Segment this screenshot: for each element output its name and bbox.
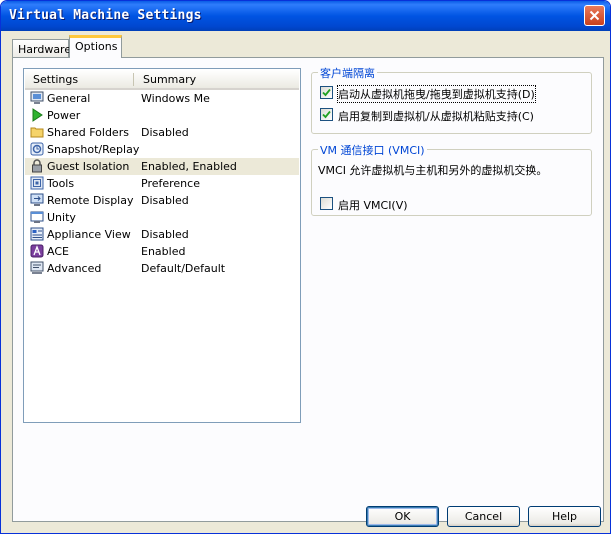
list-row-unity[interactable]: Unity — [25, 209, 299, 226]
ace-icon — [30, 244, 44, 258]
help-button[interactable]: Help — [528, 506, 601, 527]
list-row-shared-folders[interactable]: Shared Folders Disabled — [25, 124, 299, 141]
copy-paste-label: 启用复制到虚拟机/从虚拟机粘贴支持(C) — [338, 110, 534, 123]
list-row-power[interactable]: Power — [25, 107, 299, 124]
window-title: Virtual Machine Settings — [9, 8, 202, 23]
copy-paste-checkbox[interactable] — [320, 108, 333, 121]
general-icon — [30, 91, 44, 104]
tools-icon — [30, 176, 44, 190]
unity-icon — [30, 211, 44, 223]
tab-hardware[interactable]: Hardware — [12, 39, 71, 57]
column-settings[interactable]: Settings — [33, 73, 78, 86]
settings-list[interactable]: Settings Summary General Windows Me Powe… — [23, 68, 301, 423]
list-row-tools[interactable]: Tools Preference — [25, 175, 299, 192]
close-button[interactable] — [584, 5, 605, 26]
column-summary[interactable]: Summary — [143, 73, 196, 86]
list-row-general[interactable]: General Windows Me — [25, 90, 299, 107]
list-header: Settings Summary — [25, 70, 299, 90]
remote-display-icon — [30, 193, 44, 206]
drag-drop-label: 启动从虚拟机拖曳/拖曳到虚拟机支持(D) — [337, 85, 536, 103]
guest-isolation-group: 客户端隔离 启动从虚拟机拖曳/拖曳到虚拟机支持(D) 启用复制到虚拟机/从虚拟机… — [311, 65, 592, 134]
vmci-group: VM 通信接口 (VMCI) VMCI 允许虚拟机与主机和另外的虚拟机交换。 启… — [311, 142, 592, 216]
list-row-appliance-view[interactable]: Appliance View Disabled — [25, 226, 299, 243]
dialog-body: Hardware Options Settings Summary Genera… — [4, 31, 607, 531]
column-divider[interactable] — [133, 73, 134, 86]
ok-button[interactable]: OK — [366, 506, 439, 527]
close-icon — [589, 10, 600, 21]
drag-drop-checkbox[interactable] — [320, 86, 333, 99]
vmci-title: VM 通信接口 (VMCI) — [318, 142, 427, 158]
cancel-button[interactable]: Cancel — [447, 506, 520, 527]
options-panel: Settings Summary General Windows Me Powe… — [12, 57, 604, 522]
checkmark-icon — [322, 88, 331, 97]
appliance-icon — [30, 227, 44, 241]
tab-options[interactable]: Options — [69, 35, 122, 58]
settings-window: Virtual Machine Settings Hardware Option… — [0, 0, 611, 534]
lock-icon — [32, 159, 42, 173]
list-row-remote-display[interactable]: Remote Display Disabled — [25, 192, 299, 209]
title-bar[interactable]: Virtual Machine Settings — [1, 1, 610, 31]
guest-isolation-title: 客户端隔离 — [318, 65, 377, 81]
vmci-checkbox[interactable] — [320, 197, 333, 210]
checkmark-icon — [322, 110, 331, 119]
advanced-icon — [30, 261, 44, 274]
list-row-guest-isolation[interactable]: Guest Isolation Enabled, Enabled — [25, 158, 299, 175]
vmci-label: 启用 VMCI(V) — [338, 199, 408, 212]
power-icon — [32, 108, 43, 122]
list-row-ace[interactable]: ACE Enabled — [25, 243, 299, 260]
snapshot-icon — [30, 142, 44, 156]
folder-icon — [30, 127, 44, 138]
list-row-snapshot[interactable]: Snapshot/Replay — [25, 141, 299, 158]
list-row-advanced[interactable]: Advanced Default/Default — [25, 260, 299, 277]
vmci-description: VMCI 允许虚拟机与主机和另外的虚拟机交换。 — [318, 164, 548, 177]
